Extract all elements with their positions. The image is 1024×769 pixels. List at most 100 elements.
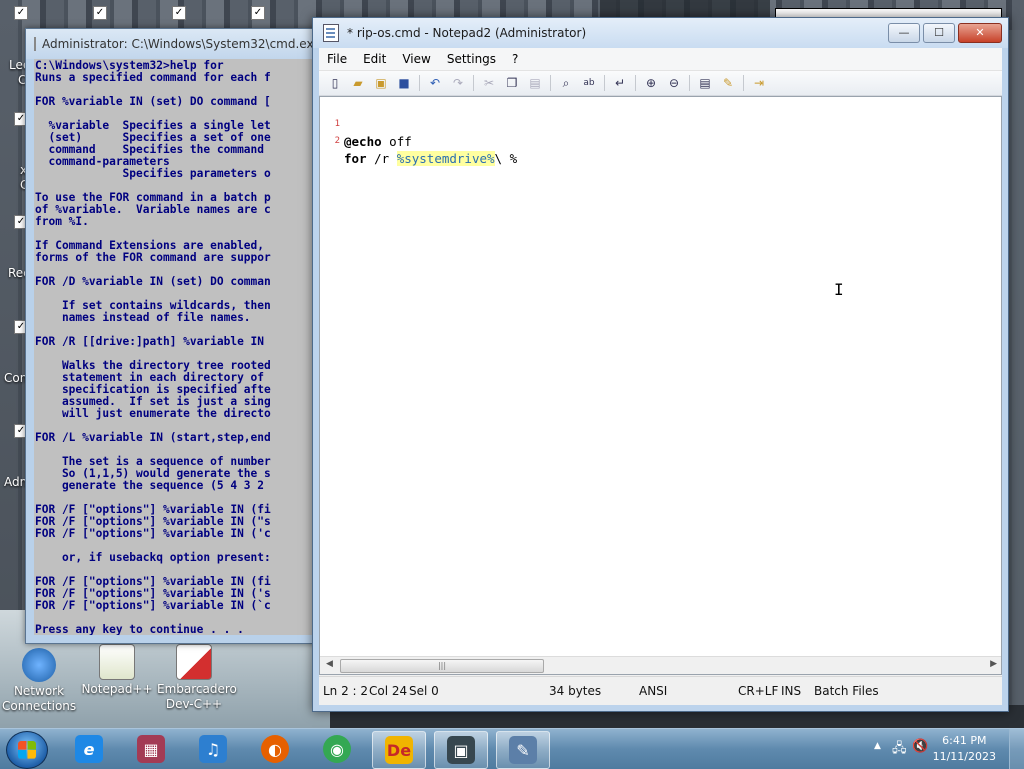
- code-line[interactable]: 1 @echo off: [320, 99, 412, 149]
- delphi-icon: De: [385, 736, 413, 764]
- text-cursor-icon: I: [834, 280, 844, 299]
- status-line-endings[interactable]: CR+LF: [738, 684, 778, 698]
- console-line: forms of the FOR command are suppor: [35, 251, 271, 264]
- undo-icon[interactable]: ↶: [425, 73, 445, 93]
- toolbar: ▯ ▰ ▣ ■ ↶ ↷ ✂ ❐ ▤ ⌕ ab ↵ ⊕ ⊖ ▤ ✎ ⇥: [319, 71, 1002, 96]
- text-editor[interactable]: 1 @echo off 2 for /r %systemdrive%\ % ◀ …: [319, 96, 1002, 675]
- cut-icon[interactable]: ✂: [479, 73, 499, 93]
- notepad-plus-plus-icon: [99, 644, 135, 680]
- horizontal-scrollbar[interactable]: ◀ ||| ▶: [320, 656, 1001, 674]
- desktop-label-fragment[interactable]: Con: [4, 371, 27, 385]
- paste-icon[interactable]: ▤: [525, 73, 545, 93]
- find-icon[interactable]: ⌕: [556, 73, 576, 93]
- scroll-left-icon[interactable]: ◀: [326, 659, 333, 669]
- desktop-icon-checkbox[interactable]: ✓: [14, 6, 28, 20]
- cmd-titlebar[interactable]: Administrator: C:\Windows\System32\cmd.e…: [26, 29, 326, 59]
- notepad2-window[interactable]: * rip-os.cmd - Notepad2 (Administrator) …: [312, 17, 1009, 712]
- line-number: 2: [334, 136, 340, 146]
- taskbar-app-internet-explorer[interactable]: e: [63, 731, 115, 767]
- console-line: Specifies parameters o: [35, 167, 271, 180]
- cmd-console-output[interactable]: C:\Windows\system32>help for Runs a speci…: [34, 59, 326, 635]
- menu-file[interactable]: File: [319, 48, 355, 70]
- status-lexer[interactable]: Batch Files: [814, 684, 879, 698]
- toolbar-separator: [635, 75, 636, 91]
- word-wrap-icon[interactable]: ↵: [610, 73, 630, 93]
- start-button[interactable]: [6, 731, 48, 769]
- console-line: Runs a specified command for each f: [35, 71, 271, 84]
- taskbar-app-firefox[interactable]: ◐: [249, 731, 301, 767]
- console-line: FOR /D %variable IN (set) DO comman: [35, 275, 271, 288]
- volume-muted-icon[interactable]: 🔇: [912, 739, 928, 754]
- chrome-icon: ◉: [323, 735, 351, 763]
- zoom-in-icon[interactable]: ⊕: [641, 73, 661, 93]
- show-desktop-button[interactable]: [1009, 729, 1024, 769]
- code-token: \ %: [494, 151, 518, 166]
- taskbar-app-winrar[interactable]: ▦: [125, 731, 177, 767]
- desktop-icon-label: Network Connections: [2, 684, 77, 713]
- desktop-icon-checkbox[interactable]: ✓: [251, 6, 265, 20]
- browse-icon[interactable]: ▣: [371, 73, 391, 93]
- maximize-button[interactable]: ☐: [923, 23, 955, 43]
- status-column: Col 24: [369, 684, 408, 698]
- window-title: * rip-os.cmd - Notepad2 (Administrator): [347, 26, 587, 40]
- toolbar-separator: [689, 75, 690, 91]
- status-mode[interactable]: INS: [781, 684, 801, 698]
- save-icon[interactable]: ■: [394, 73, 414, 93]
- network-icon[interactable]: 🖧: [892, 739, 907, 761]
- console-line: from %I.: [35, 215, 89, 228]
- notepad2-client: File Edit View Settings ? ▯ ▰ ▣ ■ ↶ ↷ ✂ …: [319, 48, 1002, 705]
- toolbar-separator: [473, 75, 474, 91]
- scroll-right-icon[interactable]: ▶: [990, 659, 997, 669]
- winrar-icon: ▦: [137, 735, 165, 763]
- system-tray: ▲ 🖧 🔇 6:41 PM 11/11/2023: [864, 729, 1024, 769]
- open-folder-icon[interactable]: ▰: [348, 73, 368, 93]
- firefox-icon: ◐: [261, 735, 289, 763]
- taskbar-app-chrome[interactable]: ◉: [311, 731, 363, 767]
- notepad2-titlebar[interactable]: * rip-os.cmd - Notepad2 (Administrator) …: [313, 18, 1008, 48]
- taskbar-app-itunes[interactable]: ♫: [187, 731, 239, 767]
- dev-cpp-icon: [176, 644, 212, 680]
- desktop-icon-network-connections[interactable]: Network Connections: [2, 648, 76, 714]
- copy-icon[interactable]: ❐: [502, 73, 522, 93]
- desktop-icon-checkbox[interactable]: ✓: [172, 6, 186, 20]
- desktop-icon-notepad-plus-plus[interactable]: Notepad++: [80, 644, 154, 696]
- zoom-out-icon[interactable]: ⊖: [664, 73, 684, 93]
- toolbar-separator: [604, 75, 605, 91]
- menu-help[interactable]: ?: [504, 48, 526, 70]
- console-line: FOR /R [[drive:]path] %variable IN: [35, 335, 265, 348]
- code-line[interactable]: 2 for /r %systemdrive%\ %: [320, 116, 517, 166]
- console-line: generate the sequence (5 4 3 2: [35, 479, 265, 492]
- taskbar-app-notepad2[interactable]: ✎: [496, 731, 550, 769]
- taskbar-app-delphi[interactable]: De: [372, 731, 426, 769]
- menu-settings[interactable]: Settings: [439, 48, 504, 70]
- scheme-icon[interactable]: ▤: [695, 73, 715, 93]
- desktop-icon-checkbox[interactable]: ✓: [93, 6, 107, 20]
- desktop-icon-dev-cpp[interactable]: Embarcadero Dev-C++: [157, 644, 237, 712]
- status-position: Ln 2 : 2: [323, 684, 369, 698]
- scrollbar-thumb[interactable]: |||: [340, 659, 544, 673]
- close-button[interactable]: ✕: [958, 23, 1002, 43]
- clock[interactable]: 6:41 PM 11/11/2023: [933, 733, 996, 765]
- internet-explorer-icon: e: [75, 735, 103, 763]
- cmd-icon: [34, 37, 36, 51]
- exit-icon[interactable]: ⇥: [749, 73, 769, 93]
- taskbar-app-cmd[interactable]: ▣: [434, 731, 488, 769]
- minimize-button[interactable]: —: [888, 23, 920, 43]
- console-line: FOR /F ["options"] %variable IN ('c: [35, 527, 271, 540]
- menu-edit[interactable]: Edit: [355, 48, 394, 70]
- status-encoding[interactable]: ANSI: [639, 684, 667, 698]
- code-text[interactable]: for /r %systemdrive%\ %: [344, 150, 517, 167]
- cmd-window[interactable]: Administrator: C:\Windows\System32\cmd.e…: [25, 28, 327, 644]
- console-line: Press any key to continue . . .: [35, 623, 244, 636]
- code-token: for: [344, 151, 367, 166]
- replace-icon[interactable]: ab: [579, 73, 599, 93]
- status-bar: Ln 2 : 2 Col 24 Sel 0 34 bytes ANSI CR+L…: [319, 676, 1002, 705]
- new-file-icon[interactable]: ▯: [325, 73, 345, 93]
- menu-view[interactable]: View: [394, 48, 438, 70]
- notepad2-icon: ✎: [509, 736, 537, 764]
- cmd-window-icon: ▣: [447, 736, 475, 764]
- clock-time: 6:41 PM: [942, 734, 987, 747]
- redo-icon[interactable]: ↷: [448, 73, 468, 93]
- customize-schemes-icon[interactable]: ✎: [718, 73, 738, 93]
- show-hidden-icons-icon[interactable]: ▲: [874, 741, 881, 751]
